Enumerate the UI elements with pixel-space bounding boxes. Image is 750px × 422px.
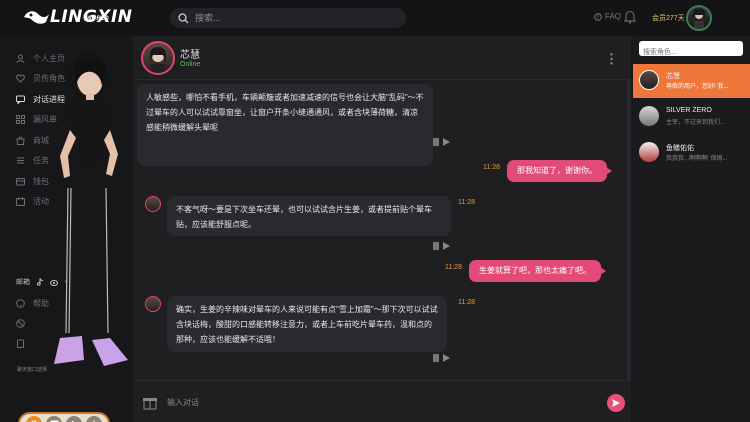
global-search[interactable]	[170, 8, 406, 28]
heart-icon	[16, 74, 25, 83]
bot-message: 不客气呀～要是下次坐车还晕，也可以试试含片生姜，或者提前贴个晕车贴，应该能舒服点…	[167, 196, 451, 236]
sidebar-item-settings[interactable]	[16, 319, 25, 328]
app-window: LINGXIN WORLD ? FAQ 会员277天 个人主页 灵伤角色 对话进…	[0, 0, 750, 422]
contact-preview: 尊敬的用户，您好! 我...	[666, 84, 729, 90]
message-text: 生姜就算了吧，那也太痛了吧。	[479, 266, 591, 275]
svg-text:?: ?	[596, 15, 599, 21]
contact-search[interactable]	[639, 41, 743, 60]
contact-name: 芯慧	[666, 73, 680, 80]
message-time: 11:28	[445, 264, 462, 271]
search-input[interactable]	[195, 13, 385, 23]
online-status: Online	[180, 61, 201, 68]
brand-sub: WORLD	[86, 16, 109, 22]
brand-logo[interactable]: LINGXIN	[22, 8, 133, 26]
character-figure	[54, 52, 128, 366]
user-icon	[16, 54, 25, 63]
contacts-panel: 芯慧 尊敬的用户，您好! 我... SILVER ZERO 主宰，不过来到我们.…	[633, 36, 750, 422]
phone-button[interactable]	[66, 416, 82, 422]
user-message: 那我知道了，谢谢你。	[507, 160, 612, 182]
settings-icon	[16, 319, 25, 328]
message-text: 那我知道了，谢谢你。	[517, 166, 597, 175]
call-controls	[18, 412, 110, 422]
message-text: 人敏感些，哪怕不看手机，车辆颠簸或者加速减速的信号也会让大脑"乱码"～不过晕车的…	[146, 93, 424, 132]
sidebar-item-clipboard[interactable]	[16, 339, 25, 348]
logo-mark-icon	[24, 11, 49, 24]
contact-item[interactable]: 芯慧 尊敬的用户，您好! 我...	[633, 64, 750, 98]
bot-avatar	[145, 296, 161, 312]
contact-item[interactable]: 鱼鳝佑佑 我我我...啊啊啊! 保姆...	[633, 136, 750, 170]
gift-icon[interactable]	[143, 394, 157, 410]
copy-icon[interactable]	[433, 242, 439, 250]
message-button[interactable]	[46, 416, 62, 422]
character-avatar[interactable]	[141, 41, 175, 75]
lock-button[interactable]	[26, 416, 42, 422]
message-text: 不客气呀～要是下次坐车还晕，也可以试试含片生姜，或者提前贴个晕车贴，应该能舒服点…	[176, 205, 432, 229]
social-label: 邮箱	[16, 279, 30, 286]
user-avatar[interactable]	[686, 5, 712, 31]
message-composer	[133, 380, 631, 422]
message-time: 11:28	[458, 299, 475, 306]
help-icon	[16, 299, 25, 308]
message-time: 11:28	[458, 199, 475, 206]
send-icon	[612, 399, 620, 407]
search-icon	[178, 12, 189, 23]
help-circle-icon: ?	[594, 12, 602, 21]
store-icon	[16, 136, 25, 145]
contact-avatar	[639, 70, 659, 90]
message-text: 确实，生姜的辛辣味对晕车的人来说可能有点"雪上加霜"～那下次可以试试含块话梅，酸…	[176, 305, 438, 344]
wallet-icon	[16, 178, 25, 186]
more-options-icon[interactable]	[610, 53, 613, 65]
faq-link[interactable]: ? FAQ	[594, 12, 621, 21]
clipboard-icon	[17, 339, 24, 348]
avatar-icon	[150, 47, 166, 73]
grid-icon	[16, 115, 25, 124]
contact-avatar	[639, 142, 659, 162]
play-audio-icon[interactable]	[443, 242, 450, 250]
contact-search-input[interactable]	[639, 45, 743, 60]
download-button[interactable]	[86, 416, 102, 422]
top-bar: LINGXIN WORLD ? FAQ 会员277天	[0, 0, 750, 36]
play-audio-icon[interactable]	[443, 138, 450, 146]
send-button[interactable]	[607, 394, 625, 412]
event-icon	[16, 197, 25, 206]
copy-icon[interactable]	[433, 354, 439, 362]
message-input[interactable]	[167, 393, 587, 411]
bot-message: 确实，生姜的辛辣味对晕车的人来说可能有点"雪上加霜"～那下次可以试试含块话梅，酸…	[167, 296, 447, 352]
bot-avatar	[145, 196, 161, 212]
play-audio-icon[interactable]	[443, 354, 450, 362]
task-icon	[17, 157, 24, 164]
chat-icon	[16, 95, 25, 104]
contact-name: SILVER ZERO	[666, 107, 712, 114]
avatar-icon	[693, 8, 705, 29]
chat-header: 芯慧 Online	[133, 36, 631, 80]
copy-icon[interactable]	[433, 138, 439, 146]
contact-preview: 我我我...啊啊啊! 保姆...	[666, 156, 728, 162]
contact-name: 鱼鳝佑佑	[666, 145, 694, 152]
message-tools	[433, 242, 450, 250]
chat-panel: 芯慧 Online 人敏感些，哪怕不看手机，车辆颠簸或者加速减速的信号也会让大脑…	[133, 36, 631, 422]
message-tools	[433, 138, 450, 146]
contact-avatar	[639, 106, 659, 126]
message-tools	[433, 354, 450, 362]
user-message: 生姜就算了吧，那也太痛了吧。	[469, 260, 606, 282]
faq-label: FAQ	[605, 12, 622, 21]
vip-status: 会员277天	[652, 15, 685, 22]
contact-item[interactable]: SILVER ZERO 主宰，不过来到我们...	[633, 100, 750, 134]
bot-message: 人敏感些，哪怕不看手机，车辆颠簸或者加速减速的信号也会让大脑"乱码"～不过晕车的…	[137, 84, 433, 166]
character-name: 芯慧	[180, 50, 200, 61]
contact-preview: 主宰，不过来到我们...	[666, 120, 726, 126]
chat-scrollbar[interactable]	[627, 80, 631, 380]
bell-icon[interactable]	[624, 10, 636, 24]
message-time: 11:28	[483, 164, 500, 171]
